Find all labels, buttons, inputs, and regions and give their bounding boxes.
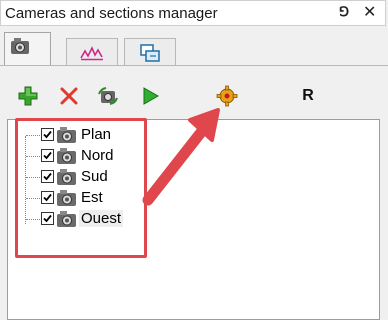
annotation-arrow <box>142 108 220 206</box>
